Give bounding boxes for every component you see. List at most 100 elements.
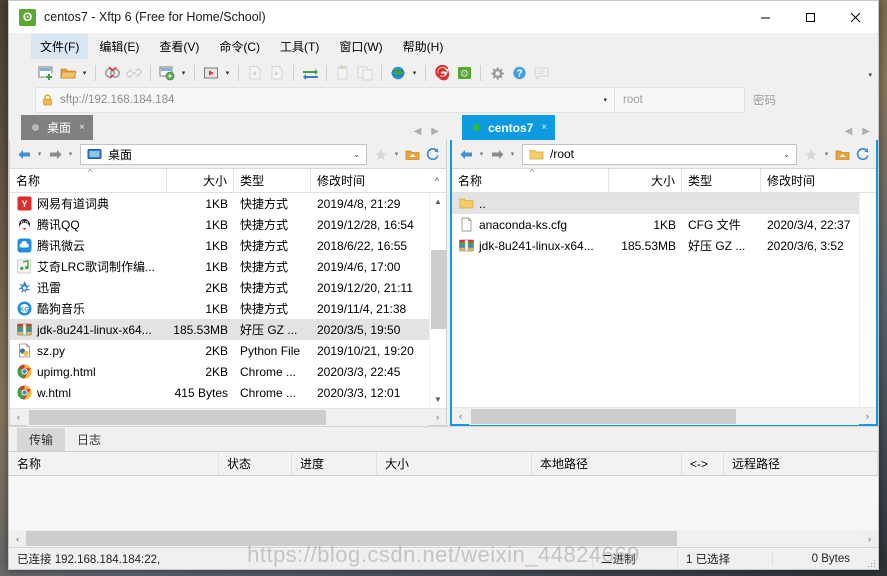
chat-button[interactable] bbox=[530, 62, 552, 84]
tab-next-icon[interactable]: ▶ bbox=[862, 126, 870, 137]
local-path-caret[interactable]: ⌄ bbox=[353, 150, 360, 159]
table-row[interactable]: .. bbox=[452, 193, 859, 214]
table-row[interactable]: sz.py 2KB Python File 2019/10/21, 19:20 bbox=[10, 340, 429, 361]
table-row[interactable]: w.html 415 Bytes Chrome ... 2020/3/3, 12:01 bbox=[10, 382, 429, 403]
globe-button[interactable] bbox=[387, 62, 409, 84]
local-col-size[interactable]: 大小 bbox=[167, 169, 234, 192]
xshell-button[interactable] bbox=[431, 62, 453, 84]
run-caret[interactable]: ▾ bbox=[222, 62, 233, 84]
remote-hscroll-left-icon[interactable]: ‹ bbox=[452, 408, 469, 425]
globe-caret[interactable]: ▾ bbox=[409, 62, 420, 84]
table-row[interactable]: 迅雷 2KB 快捷方式 2019/12/20, 21:11 bbox=[10, 277, 429, 298]
transfer-col-direction[interactable]: <-> bbox=[682, 452, 724, 475]
password-input[interactable]: 密码 bbox=[745, 87, 870, 113]
menu-tools[interactable]: 工具(T) bbox=[271, 34, 328, 59]
remote-scroll-down-icon[interactable] bbox=[860, 390, 877, 407]
remote-refresh-button[interactable] bbox=[852, 143, 872, 165]
table-row[interactable]: jdk-8u241-linux-x64... 185.53MB 好压 GZ ... 2… bbox=[10, 319, 429, 340]
local-scroll-track[interactable] bbox=[429, 210, 446, 391]
transfer-col-name[interactable]: 名称 bbox=[9, 452, 219, 475]
transfer-col-remote-path[interactable]: 远程路径 bbox=[724, 452, 878, 475]
menu-help[interactable]: 帮助(H) bbox=[394, 34, 453, 59]
local-hscroll-left-icon[interactable]: ‹ bbox=[10, 409, 27, 426]
address-dropdown-caret[interactable]: ▾ bbox=[603, 96, 607, 104]
paste-button[interactable] bbox=[354, 62, 376, 84]
local-bookmark-caret[interactable]: ▾ bbox=[391, 143, 402, 165]
local-hscroll-right-icon[interactable]: › bbox=[429, 409, 446, 426]
address-bar[interactable]: sftp://192.168.184.184 ▾ bbox=[35, 87, 615, 113]
toolbar-overflow-caret[interactable]: ▾ bbox=[868, 71, 872, 79]
remote-path-input[interactable]: /root ⌄ bbox=[522, 143, 797, 165]
local-col-type[interactable]: 类型 bbox=[234, 169, 311, 192]
table-row[interactable]: 艾奇LRC歌词制作编... 1KB 快捷方式 2019/4/6, 17:00 bbox=[10, 256, 429, 277]
tab-centos7[interactable]: centos7 × bbox=[462, 115, 556, 140]
transfer-hscroll-thumb[interactable] bbox=[26, 531, 678, 546]
local-scroll-thumb[interactable] bbox=[430, 249, 446, 330]
table-row[interactable]: 腾讯微云 1KB 快捷方式 2018/6/22, 16:55 bbox=[10, 235, 429, 256]
remote-vertical-scrollbar[interactable] bbox=[859, 193, 876, 407]
table-row[interactable]: KG 酷狗音乐 1KB 快捷方式 2019/11/4, 21:38 bbox=[10, 298, 429, 319]
remote-back-caret[interactable]: ▾ bbox=[476, 143, 487, 165]
local-back-button[interactable] bbox=[14, 143, 34, 165]
transfer-hscroll-right-icon[interactable]: › bbox=[861, 530, 878, 547]
table-row[interactable]: upimg.html 2KB Chrome ... 2020/3/3, 22:45 bbox=[10, 361, 429, 382]
remote-file-list[interactable]: .. anaconda-ks.cfg 1KB CFG 文件 2020/3/4, 22:3… bbox=[452, 193, 876, 407]
menu-command[interactable]: 命令(C) bbox=[210, 34, 269, 59]
local-back-caret[interactable]: ▾ bbox=[34, 143, 45, 165]
new-session-button[interactable] bbox=[35, 62, 57, 84]
disconnect-button[interactable] bbox=[101, 62, 123, 84]
remote-up-button[interactable] bbox=[832, 143, 852, 165]
tab-prev-icon[interactable]: ◀ bbox=[414, 126, 422, 137]
local-col-name[interactable]: 名称 ^ bbox=[10, 169, 167, 192]
close-button[interactable] bbox=[833, 1, 878, 33]
local-path-input[interactable]: 桌面 ⌄ bbox=[80, 143, 367, 165]
local-hscroll-track[interactable] bbox=[27, 408, 429, 426]
remote-col-type[interactable]: 类型 bbox=[682, 169, 761, 192]
local-horizontal-scrollbar[interactable]: ‹ › bbox=[10, 408, 446, 426]
transfer-left-button[interactable] bbox=[244, 62, 266, 84]
remote-col-size[interactable]: 大小 bbox=[609, 169, 682, 192]
tab-log[interactable]: 日志 bbox=[65, 428, 113, 451]
menu-edit[interactable]: 编辑(E) bbox=[90, 34, 148, 59]
transfer-hscroll-left-icon[interactable]: ‹ bbox=[9, 530, 26, 547]
remote-bookmark-button[interactable] bbox=[801, 143, 821, 165]
remote-path-caret[interactable]: ⌄ bbox=[783, 150, 790, 159]
remote-hscroll-track[interactable] bbox=[469, 407, 859, 425]
transfer-col-local-path[interactable]: 本地路径 bbox=[532, 452, 682, 475]
table-row[interactable]: Y 网易有道词典 1KB 快捷方式 2019/4/8, 21:29 bbox=[10, 193, 429, 214]
help-button[interactable]: ? bbox=[508, 62, 530, 84]
tab-transfer[interactable]: 传输 bbox=[17, 428, 66, 451]
local-bookmark-button[interactable] bbox=[371, 143, 391, 165]
link-button[interactable] bbox=[123, 62, 145, 84]
table-row[interactable]: jdk-8u241-linux-x64... 185.53MB 好压 GZ ... 2… bbox=[452, 235, 859, 256]
table-row[interactable]: anaconda-ks.cfg 1KB CFG 文件 2020/3/4, 22:37 bbox=[452, 214, 859, 235]
local-header-scroll-up-icon[interactable]: ^ bbox=[428, 169, 446, 192]
remote-scroll-track[interactable] bbox=[859, 210, 876, 390]
sync-button[interactable] bbox=[299, 62, 321, 84]
local-scroll-down-icon[interactable]: ▼ bbox=[430, 391, 447, 408]
remote-hscroll-right-icon[interactable]: › bbox=[859, 408, 876, 425]
local-refresh-button[interactable] bbox=[422, 143, 442, 165]
open-folder-caret[interactable]: ▾ bbox=[79, 62, 90, 84]
tab-close-icon[interactable]: × bbox=[79, 122, 85, 133]
resize-grip[interactable] bbox=[864, 548, 878, 570]
local-vertical-scrollbar[interactable]: ▲ ▼ bbox=[429, 193, 446, 408]
remote-back-button[interactable] bbox=[456, 143, 476, 165]
transfer-col-progress[interactable]: 进度 bbox=[292, 452, 377, 475]
local-forward-button[interactable] bbox=[45, 143, 65, 165]
local-file-list[interactable]: Y 网易有道词典 1KB 快捷方式 2019/4/8, 21:29 腾讯QQ 1KB 快捷方式… bbox=[10, 193, 446, 408]
properties-button[interactable] bbox=[156, 62, 178, 84]
transfer-right-button[interactable] bbox=[266, 62, 288, 84]
local-col-modified[interactable]: 修改时间 bbox=[311, 169, 428, 192]
local-scroll-up-icon[interactable]: ▲ bbox=[430, 193, 447, 210]
remote-forward-button[interactable] bbox=[487, 143, 507, 165]
open-folder-button[interactable] bbox=[57, 62, 79, 84]
menu-file[interactable]: 文件(F) bbox=[31, 33, 89, 59]
copy-button[interactable] bbox=[332, 62, 354, 84]
properties-caret[interactable]: ▾ bbox=[178, 62, 189, 84]
tab-desktop[interactable]: 桌面 × bbox=[21, 115, 93, 140]
remote-hscroll-thumb[interactable] bbox=[471, 408, 737, 424]
settings-button[interactable] bbox=[486, 62, 508, 84]
run-button[interactable] bbox=[200, 62, 222, 84]
local-up-button[interactable] bbox=[402, 143, 422, 165]
